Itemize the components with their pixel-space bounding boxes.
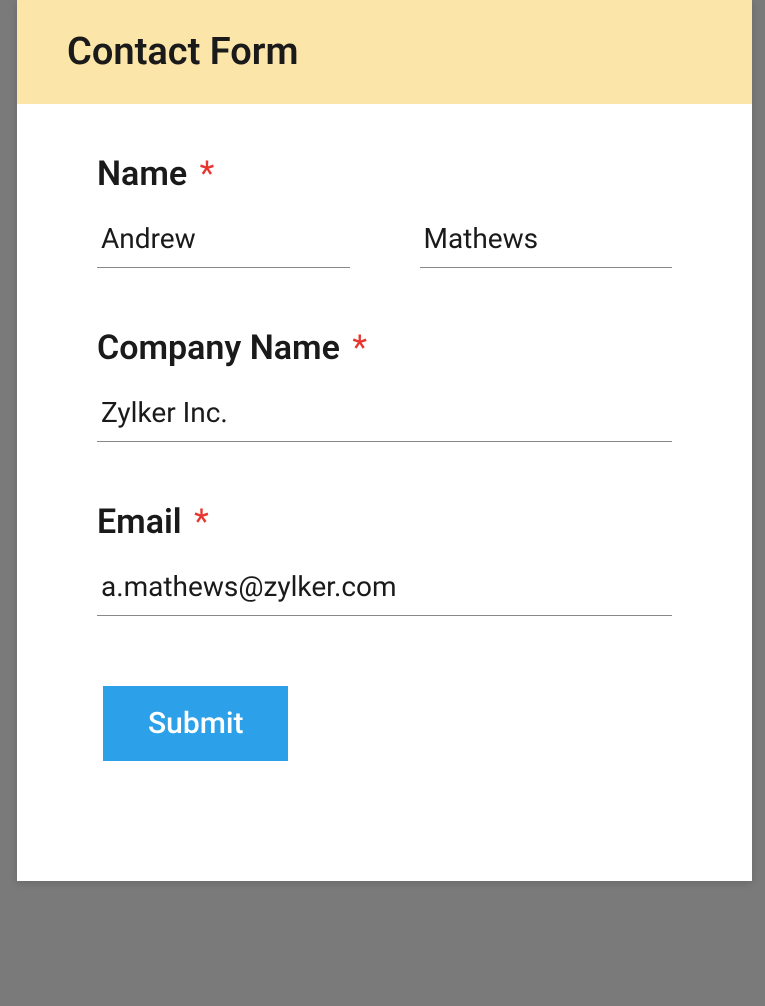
company-label-text: Company Name <box>97 328 340 368</box>
email-label: Email * <box>97 502 672 542</box>
form-title: Contact Form <box>67 30 702 74</box>
email-input[interactable] <box>97 562 672 616</box>
name-label: Name * <box>97 154 672 194</box>
required-asterisk-icon: * <box>200 154 215 194</box>
name-field-group: Name * <box>97 154 672 268</box>
email-label-text: Email <box>97 502 182 542</box>
name-label-text: Name <box>97 154 187 194</box>
required-asterisk-icon: * <box>352 328 367 368</box>
name-row <box>97 214 672 268</box>
first-name-input[interactable] <box>97 214 350 268</box>
contact-form-card: Contact Form Name * Company Name * Email… <box>17 0 752 881</box>
form-header: Contact Form <box>17 0 752 104</box>
submit-button[interactable]: Submit <box>103 686 288 761</box>
company-input[interactable] <box>97 388 672 442</box>
company-field-group: Company Name * <box>97 328 672 442</box>
last-name-input[interactable] <box>420 214 673 268</box>
company-label: Company Name * <box>97 328 672 368</box>
required-asterisk-icon: * <box>194 502 209 542</box>
form-body: Name * Company Name * Email * Submit <box>17 104 752 881</box>
email-field-group: Email * <box>97 502 672 616</box>
